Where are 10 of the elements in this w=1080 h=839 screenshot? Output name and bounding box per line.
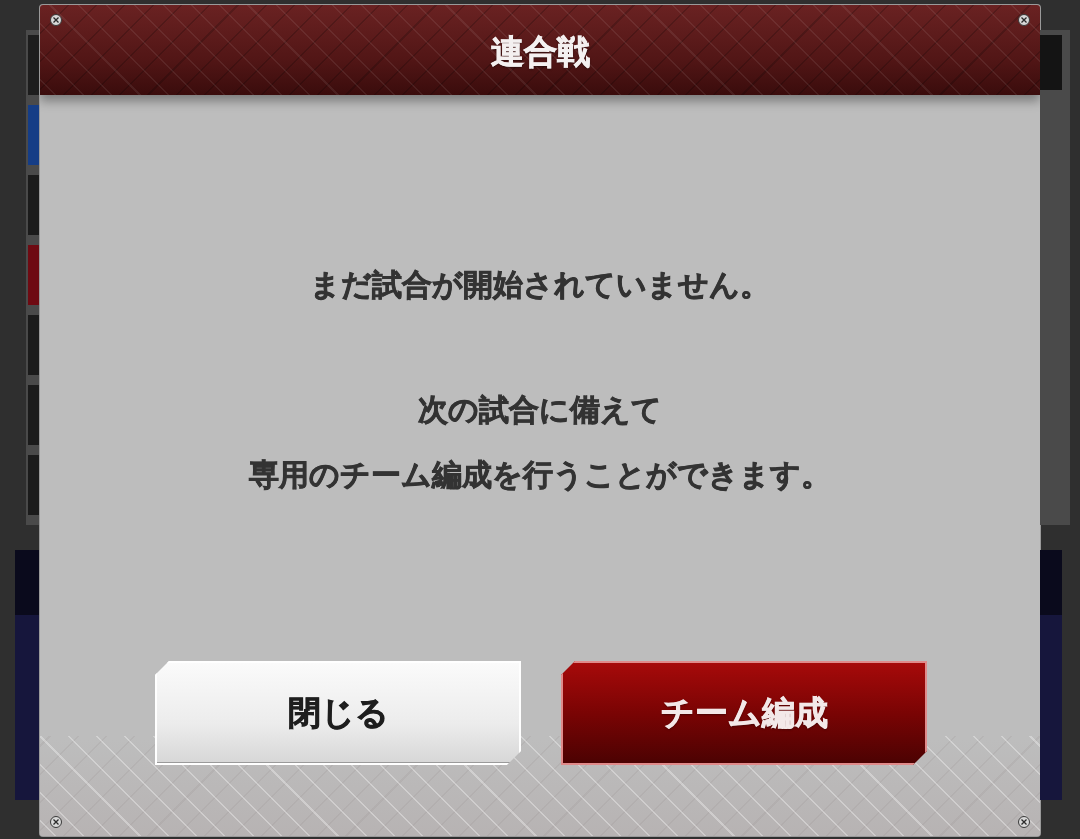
screw-icon xyxy=(50,14,62,26)
message-text: まだ試合が開始されていません。 xyxy=(310,266,770,304)
dialog-title: 連合戦 xyxy=(490,32,590,72)
team-edit-button[interactable]: チーム編成 xyxy=(561,661,927,765)
background-tile xyxy=(1040,35,1062,90)
screw-icon xyxy=(50,816,62,828)
close-button[interactable]: 閉じる xyxy=(155,661,521,765)
message-text: 次の試合に備えて 専用のチーム編成を行うことができます。 xyxy=(249,391,831,494)
screw-icon xyxy=(1018,14,1030,26)
screw-icon xyxy=(1018,816,1030,828)
